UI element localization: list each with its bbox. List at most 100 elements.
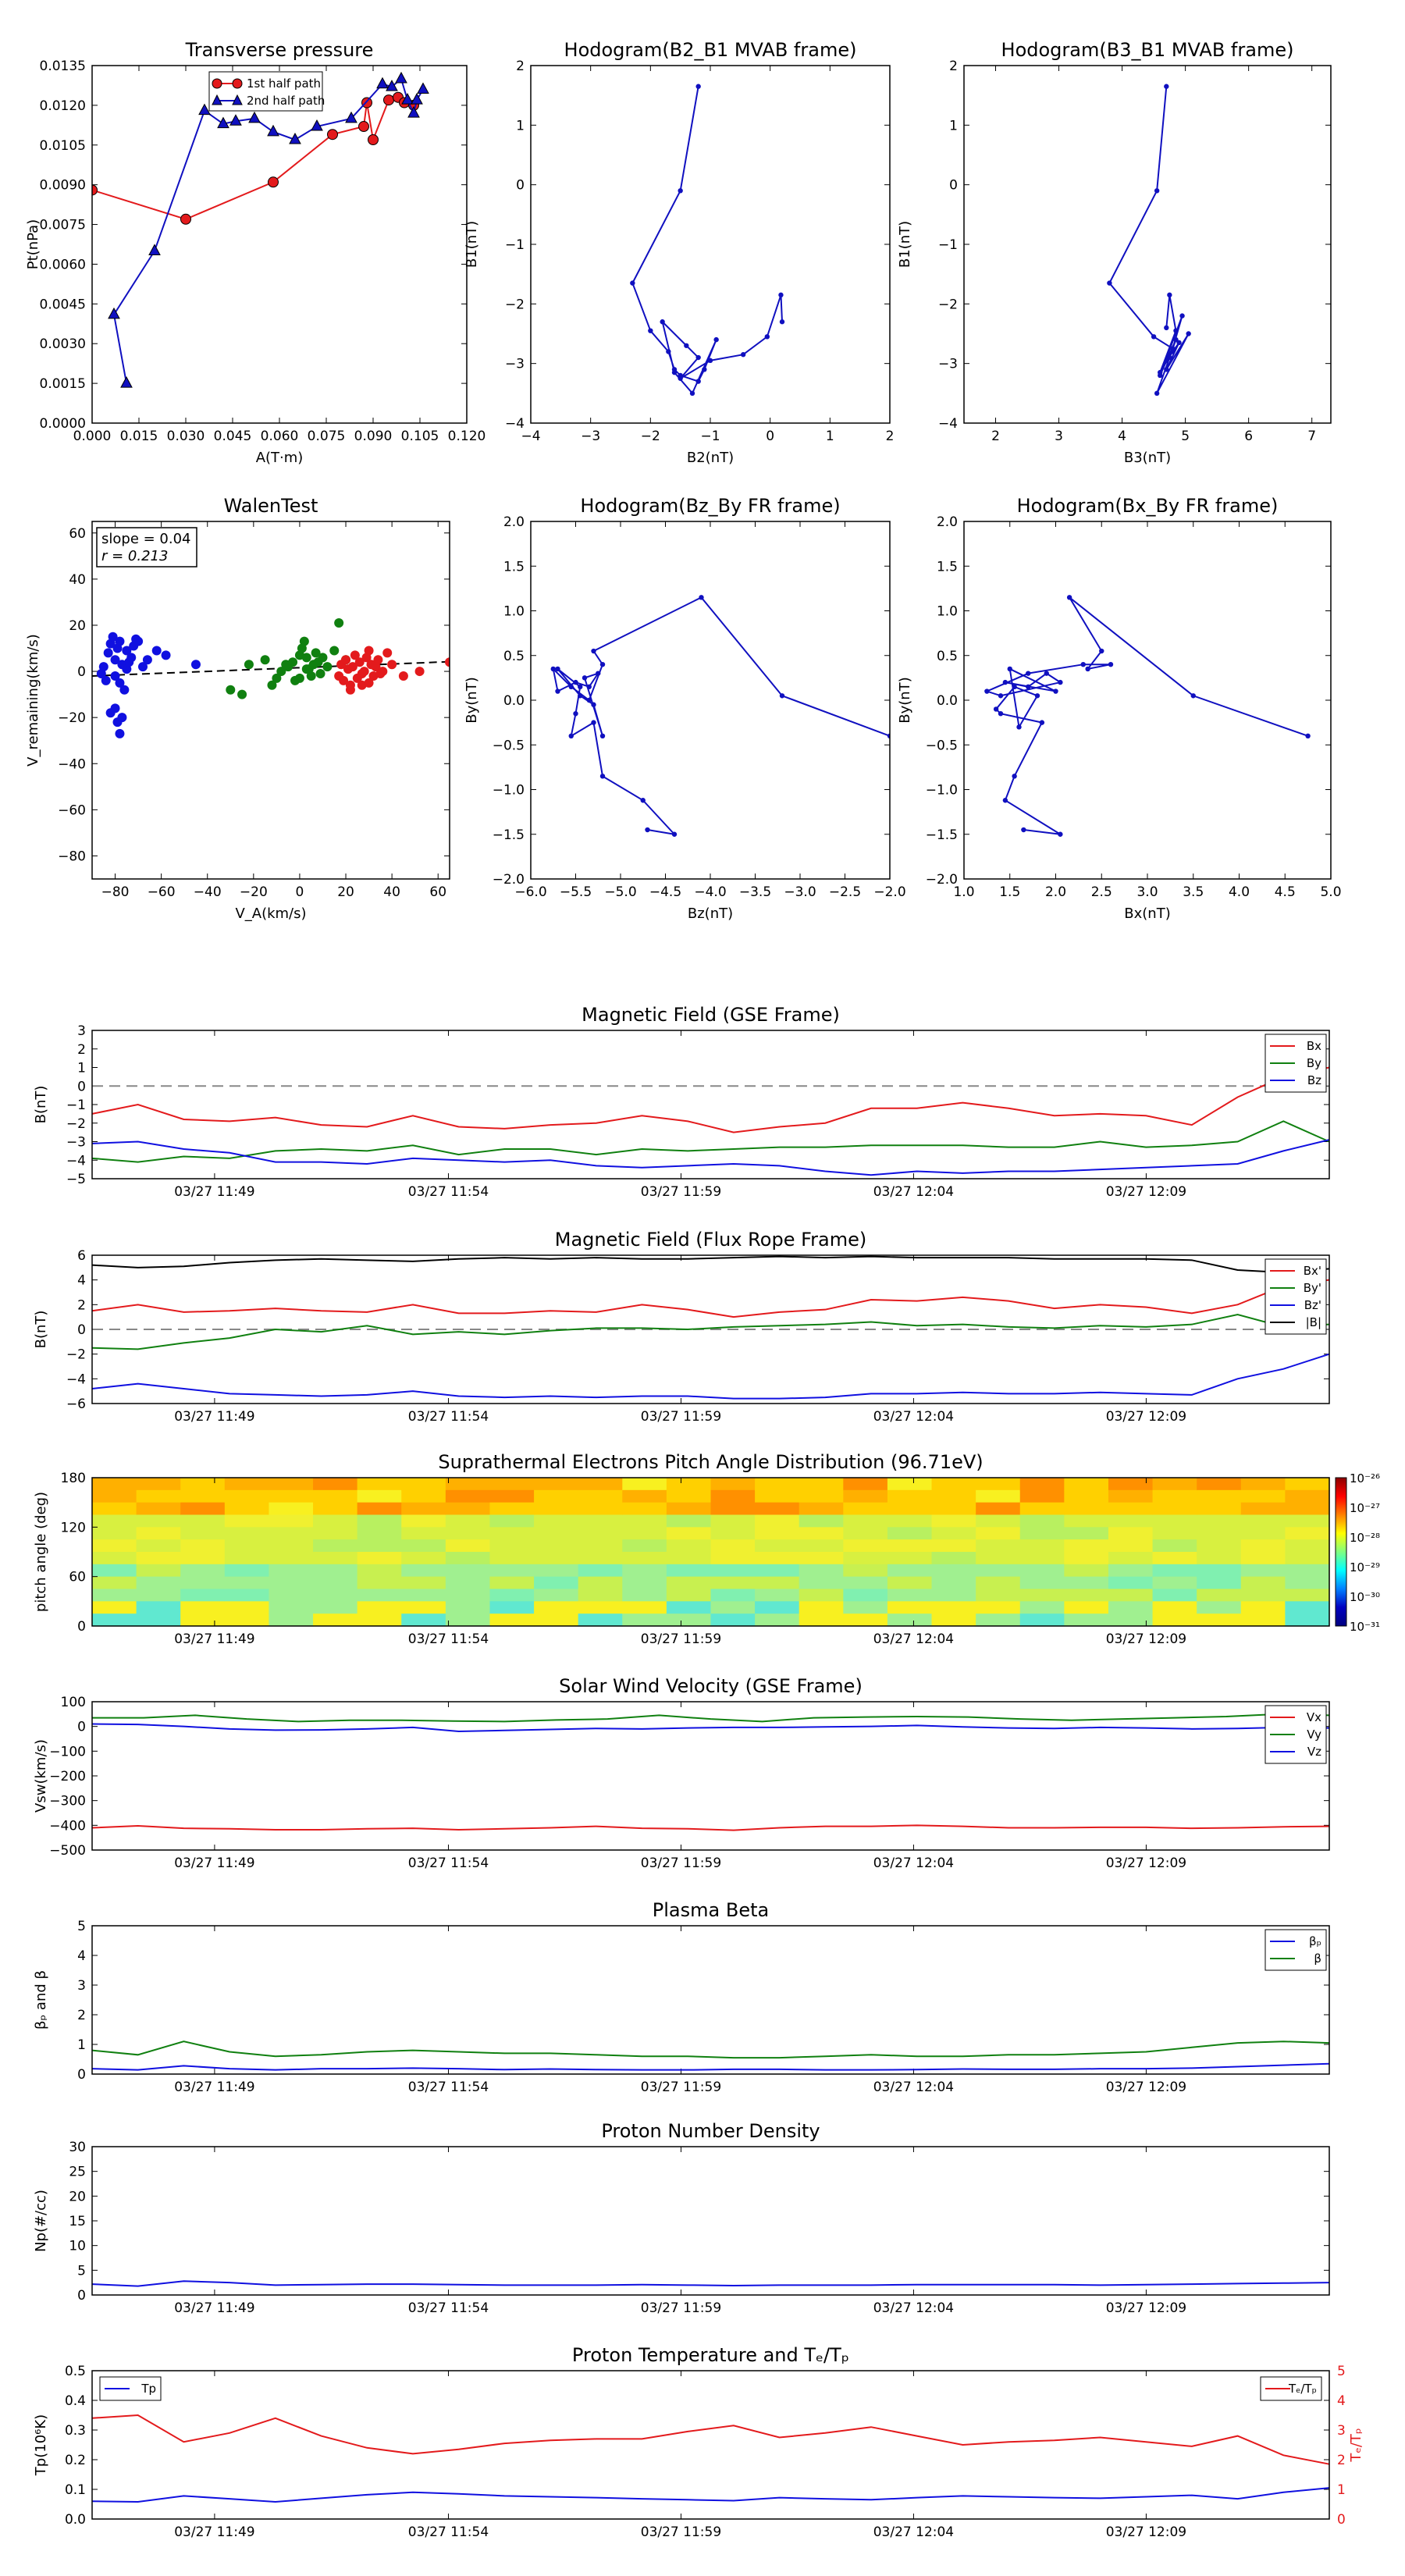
heatmap-cell bbox=[92, 1514, 137, 1528]
data-point bbox=[779, 693, 785, 699]
heatmap-cell bbox=[755, 1527, 800, 1540]
heatmap-cell bbox=[1152, 1576, 1197, 1590]
chart-title: Magnetic Field (GSE Frame) bbox=[582, 1004, 840, 1026]
data-point bbox=[358, 121, 369, 133]
y-tick-label: −1.5 bbox=[493, 827, 525, 843]
y-tick-label: −2 bbox=[66, 1116, 86, 1132]
heatmap-cell bbox=[710, 1539, 756, 1553]
data-point bbox=[645, 827, 650, 833]
data-point bbox=[1186, 331, 1191, 336]
data-point bbox=[591, 648, 596, 654]
data-point bbox=[368, 133, 379, 145]
heatmap-cell bbox=[799, 1502, 844, 1516]
data-point bbox=[359, 667, 369, 677]
series-line bbox=[91, 2414, 1330, 2465]
x-tick-label: 3.0 bbox=[1136, 884, 1158, 900]
data-point bbox=[267, 680, 277, 690]
heatmap-cell bbox=[224, 1478, 270, 1491]
heatmap-cell bbox=[578, 1589, 623, 1602]
heatmap-cell bbox=[1240, 1589, 1286, 1602]
heatmap-cell bbox=[799, 1601, 844, 1614]
x-tick-label: 4.0 bbox=[1229, 884, 1250, 900]
legend-entry: Bz' bbox=[1304, 1298, 1321, 1312]
heatmap-cell bbox=[269, 1564, 314, 1578]
x-tick-label: 5.0 bbox=[1320, 884, 1341, 900]
y-tick-label: 3 bbox=[77, 1023, 86, 1039]
y-tick-label: −20 bbox=[58, 710, 86, 726]
heatmap-cell bbox=[976, 1614, 1021, 1627]
y-tick-label: 1.0 bbox=[937, 604, 958, 620]
data-point bbox=[117, 713, 127, 723]
data-point bbox=[586, 697, 592, 703]
y-tick-label: 2 bbox=[516, 59, 525, 74]
data-point bbox=[1107, 280, 1112, 286]
time-tick-label: 03/27 11:59 bbox=[641, 2300, 721, 2316]
plot-frame bbox=[963, 521, 1332, 880]
heatmap-cell bbox=[666, 1589, 712, 1602]
heatmap-cell bbox=[401, 1614, 446, 1627]
chart-h1: −4 −3 −2 −1 0 1 2−4−3−2−1012Hodogram(B2_B1 MVA… bbox=[464, 39, 894, 466]
legend-entry: By' bbox=[1304, 1281, 1321, 1295]
heatmap-cell bbox=[401, 1478, 446, 1491]
colorbar bbox=[1335, 1477, 1347, 1627]
heatmap-cell bbox=[755, 1478, 800, 1491]
heatmap-cell bbox=[357, 1601, 402, 1614]
time-tick-label: 03/27 11:54 bbox=[408, 1409, 489, 1425]
heatmap-cell bbox=[887, 1478, 933, 1491]
right-tick-label: 1 bbox=[1337, 2482, 1346, 2498]
heatmap-cell bbox=[534, 1489, 579, 1503]
data-point bbox=[373, 655, 383, 665]
heatmap-cell bbox=[92, 1539, 137, 1553]
heatmap-cell bbox=[1285, 1502, 1330, 1516]
data-point bbox=[110, 703, 120, 713]
annotation-r: r = 0.213 bbox=[101, 548, 168, 564]
right-tick-label: 5 bbox=[1337, 2364, 1346, 2379]
y-tick-label: −1 bbox=[505, 237, 525, 253]
heatmap-cell bbox=[180, 1527, 226, 1540]
series-line bbox=[91, 2280, 1330, 2287]
data-point bbox=[599, 662, 606, 667]
heatmap-cell bbox=[622, 1539, 667, 1553]
y-tick-label: 0 bbox=[949, 178, 958, 194]
heatmap-cell bbox=[799, 1589, 844, 1602]
heatmap-cell bbox=[313, 1489, 358, 1503]
heatmap-cell bbox=[622, 1552, 667, 1565]
heatmap-cell bbox=[1019, 1539, 1065, 1553]
right-tick-label: 0 bbox=[1337, 2512, 1346, 2528]
time-tick-label: 03/27 12:09 bbox=[1106, 1631, 1186, 1647]
heatmap-cell bbox=[92, 1527, 137, 1540]
y-axis-label: By(nT) bbox=[464, 677, 480, 723]
heatmap-cell bbox=[489, 1478, 535, 1491]
colorbar-tick-label: 10⁻²⁹ bbox=[1350, 1560, 1380, 1574]
y-axis-label: Vsw(km/s) bbox=[33, 1739, 49, 1813]
heatmap-cell bbox=[1064, 1502, 1109, 1516]
colorbar-tick-label: 10⁻³¹ bbox=[1350, 1620, 1380, 1634]
y-tick-label: 0.3 bbox=[65, 2423, 86, 2439]
data-point bbox=[740, 352, 746, 358]
data-point bbox=[1164, 84, 1169, 89]
data-point bbox=[301, 664, 311, 674]
heatmap-cell bbox=[755, 1539, 800, 1553]
time-tick-label: 03/27 12:04 bbox=[873, 2300, 954, 2316]
heatmap-cell bbox=[1064, 1589, 1109, 1602]
x-tick-label: 3 bbox=[1055, 429, 1063, 444]
heatmap-cell bbox=[1019, 1601, 1065, 1614]
chart-bfr: Magnetic Field (Flux Rope Frame) B(nT) 6 4 2… bbox=[33, 1229, 1330, 1425]
data-point bbox=[671, 369, 678, 375]
heatmap-cell bbox=[799, 1564, 844, 1578]
heatmap-cell bbox=[224, 1539, 270, 1553]
heatmap-cell bbox=[1197, 1527, 1242, 1540]
heatmap-cell bbox=[1108, 1539, 1154, 1553]
heatmap-cell bbox=[1108, 1527, 1154, 1540]
x-tick-label: 0.105 bbox=[401, 429, 439, 444]
heatmap-cell bbox=[843, 1614, 888, 1627]
heatmap-cell bbox=[401, 1601, 446, 1614]
heatmap-cell bbox=[401, 1527, 446, 1540]
data-point bbox=[630, 280, 635, 286]
y-axis-label: B1(nT) bbox=[464, 221, 480, 268]
heatmap-cell bbox=[357, 1514, 402, 1528]
heatmap-cell bbox=[755, 1601, 800, 1614]
heatmap-cell bbox=[92, 1478, 137, 1491]
heatmap-cell bbox=[401, 1514, 446, 1528]
heatmap-cell bbox=[534, 1601, 579, 1614]
